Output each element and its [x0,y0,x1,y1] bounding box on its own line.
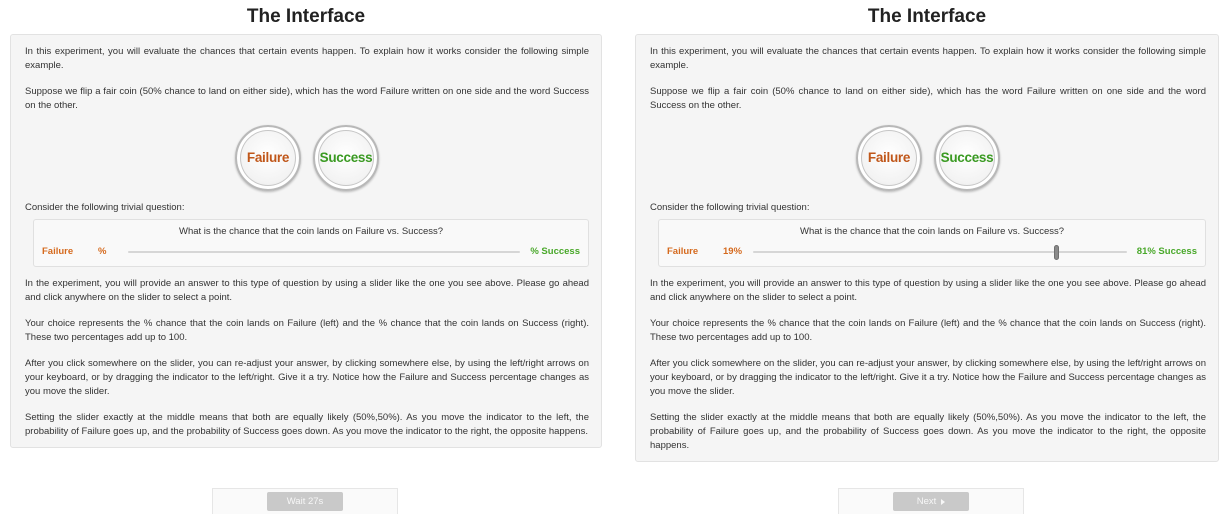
question-intro: Consider the following trivial question: [650,202,810,213]
instruction-paragraph-4: Setting the slider exactly at the middle… [650,412,1206,451]
instruction-paragraph-3: After you click somewhere on the slider,… [650,358,1206,397]
chevron-right-icon [941,498,946,505]
right-button-bar: Next [838,488,1024,514]
wait-button-label: Wait 27s [286,496,324,507]
coin-images: Failure Success [650,125,1206,191]
instructions-card: In this experiment, you will evaluate th… [10,34,602,448]
coin-paragraph: Suppose we flip a fair coin (50% chance … [25,86,589,111]
instruction-paragraph-3: After you click somewhere on the slider,… [25,358,589,397]
slider-question: What is the chance that the coin lands o… [799,226,1065,237]
next-button-label: Next [916,496,937,507]
success-coin-image: Success [313,125,379,191]
page-title: The Interface [867,6,987,27]
instruction-paragraph-1: In the experiment, you will provide an a… [25,278,589,303]
failure-percent: 19% [723,246,743,257]
instruction-paragraph-2: Your choice represents the % chance that… [650,318,1206,343]
instructions-card: In this experiment, you will evaluate th… [635,34,1219,462]
slider-question-box: What is the chance that the coin lands o… [658,219,1206,267]
instruction-paragraph-1: In the experiment, you will provide an a… [650,278,1206,303]
question-intro: Consider the following trivial question: [25,202,185,213]
failure-coin-image: Failure [235,125,301,191]
slider-track[interactable] [128,251,521,253]
coin-paragraph: Suppose we flip a fair coin (50% chance … [650,86,1206,111]
page-title: The Interface [246,6,366,27]
instruction-paragraph-4: Setting the slider exactly at the middle… [25,412,589,437]
next-button[interactable]: Next [893,492,969,511]
slider-row: Failure 19% 81% Success [667,244,1197,260]
success-label: 81% Success [1136,246,1197,257]
intro-paragraph: In this experiment, you will evaluate th… [650,46,1206,71]
success-label: % Success [530,246,580,257]
instruction-paragraph-2: Your choice represents the % chance that… [25,318,589,343]
coin-images: Failure Success [25,125,589,191]
probability-slider[interactable] [128,244,521,260]
failure-label: Failure [667,246,699,257]
right-panel: The Interface In this experiment, you wi… [635,0,1219,462]
slider-question-box: What is the chance that the coin lands o… [33,219,589,267]
wait-button[interactable]: Wait 27s [267,492,343,511]
left-button-bar: Wait 27s [212,488,398,514]
failure-label: Failure [42,246,74,257]
slider-row: Failure % % Success [42,244,580,260]
left-panel: The Interface In this experiment, you wi… [10,0,602,448]
failure-coin-image: Failure [856,125,922,191]
slider-thumb[interactable] [1053,245,1059,260]
success-coin-image: Success [934,125,1000,191]
failure-percent: % [98,246,107,257]
probability-slider[interactable] [753,244,1127,260]
slider-question: What is the chance that the coin lands o… [178,226,444,237]
slider-track[interactable] [753,251,1127,253]
intro-paragraph: In this experiment, you will evaluate th… [25,46,589,71]
